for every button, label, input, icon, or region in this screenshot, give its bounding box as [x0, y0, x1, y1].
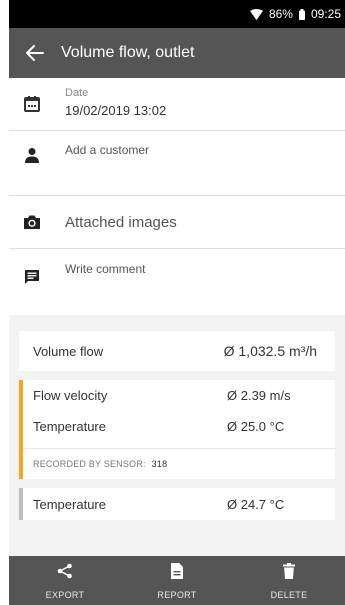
volume-flow-label: Volume flow — [33, 343, 104, 359]
images-row[interactable]: Attached images — [9, 196, 345, 249]
measurement-detail-screen: 86% 09:25 Volume flow, outlet Date 19/02… — [9, 0, 345, 605]
back-arrow-icon[interactable] — [23, 41, 47, 65]
battery-percent: 86% — [268, 7, 293, 21]
document-icon — [170, 563, 184, 584]
delete-button[interactable]: DELETE — [244, 556, 334, 600]
volume-flow-value: Ø 1,032.5 m³/h — [223, 343, 317, 359]
attached-images-label: Attached images — [65, 213, 177, 231]
delete-label: DELETE — [270, 590, 308, 600]
measurement-label: Temperature — [33, 419, 106, 434]
temperature-card[interactable]: Temperature Ø 24.7 °C — [19, 488, 335, 520]
page-title: Volume flow, outlet — [61, 44, 195, 61]
measurement-value: Ø 25.0 °C — [227, 419, 285, 434]
app-bar: Volume flow, outlet — [9, 28, 345, 78]
details-section: Date 19/02/2019 13:02 Add a customer Att… — [9, 78, 345, 315]
status-bar: 86% 09:25 — [9, 0, 345, 28]
report-button[interactable]: REPORT — [132, 556, 222, 600]
recorded-by-sensor: RECORDED BY SENSOR: 318 — [23, 448, 335, 479]
volume-flow-card[interactable]: Volume flow Ø 1,032.5 m³/h — [19, 331, 335, 371]
clock: 09:25 — [310, 7, 341, 21]
measurement-row: Flow velocity Ø 2.39 m/s — [23, 380, 335, 411]
wifi-icon — [249, 8, 263, 20]
calendar-icon — [21, 96, 43, 112]
sensor-group-card[interactable]: Flow velocity Ø 2.39 m/s Temperature Ø 2… — [19, 380, 335, 479]
sensor-number: 318 — [151, 459, 168, 469]
person-icon — [21, 147, 43, 163]
recorded-by-label: RECORDED BY SENSOR: — [33, 459, 146, 469]
battery-icon — [298, 8, 305, 20]
comment-icon — [21, 269, 43, 285]
trash-icon — [283, 563, 295, 584]
comment-row[interactable]: Write comment — [9, 249, 345, 315]
share-icon — [57, 563, 73, 584]
export-label: EXPORT — [45, 590, 85, 600]
date-value: 19/02/2019 13:02 — [65, 103, 167, 118]
measurement-value: Ø 2.39 m/s — [227, 388, 291, 403]
temperature-label: Temperature — [33, 496, 106, 512]
measurement-row: Temperature Ø 25.0 °C — [23, 411, 335, 442]
export-button[interactable]: EXPORT — [20, 556, 110, 600]
camera-icon — [21, 214, 43, 230]
measurement-cards: Volume flow Ø 1,032.5 m³/h Flow velocity… — [9, 315, 345, 520]
date-row[interactable]: Date 19/02/2019 13:02 — [9, 78, 345, 131]
bottom-action-bar: EXPORT REPORT DELETE — [9, 556, 345, 605]
customer-row[interactable]: Add a customer — [9, 131, 345, 196]
report-label: REPORT — [157, 590, 197, 600]
date-label: Date — [65, 87, 89, 99]
measurement-label: Flow velocity — [33, 388, 108, 403]
temperature-value: Ø 24.7 °C — [227, 496, 285, 512]
customer-placeholder: Add a customer — [65, 143, 150, 157]
comment-placeholder: Write comment — [65, 262, 146, 276]
